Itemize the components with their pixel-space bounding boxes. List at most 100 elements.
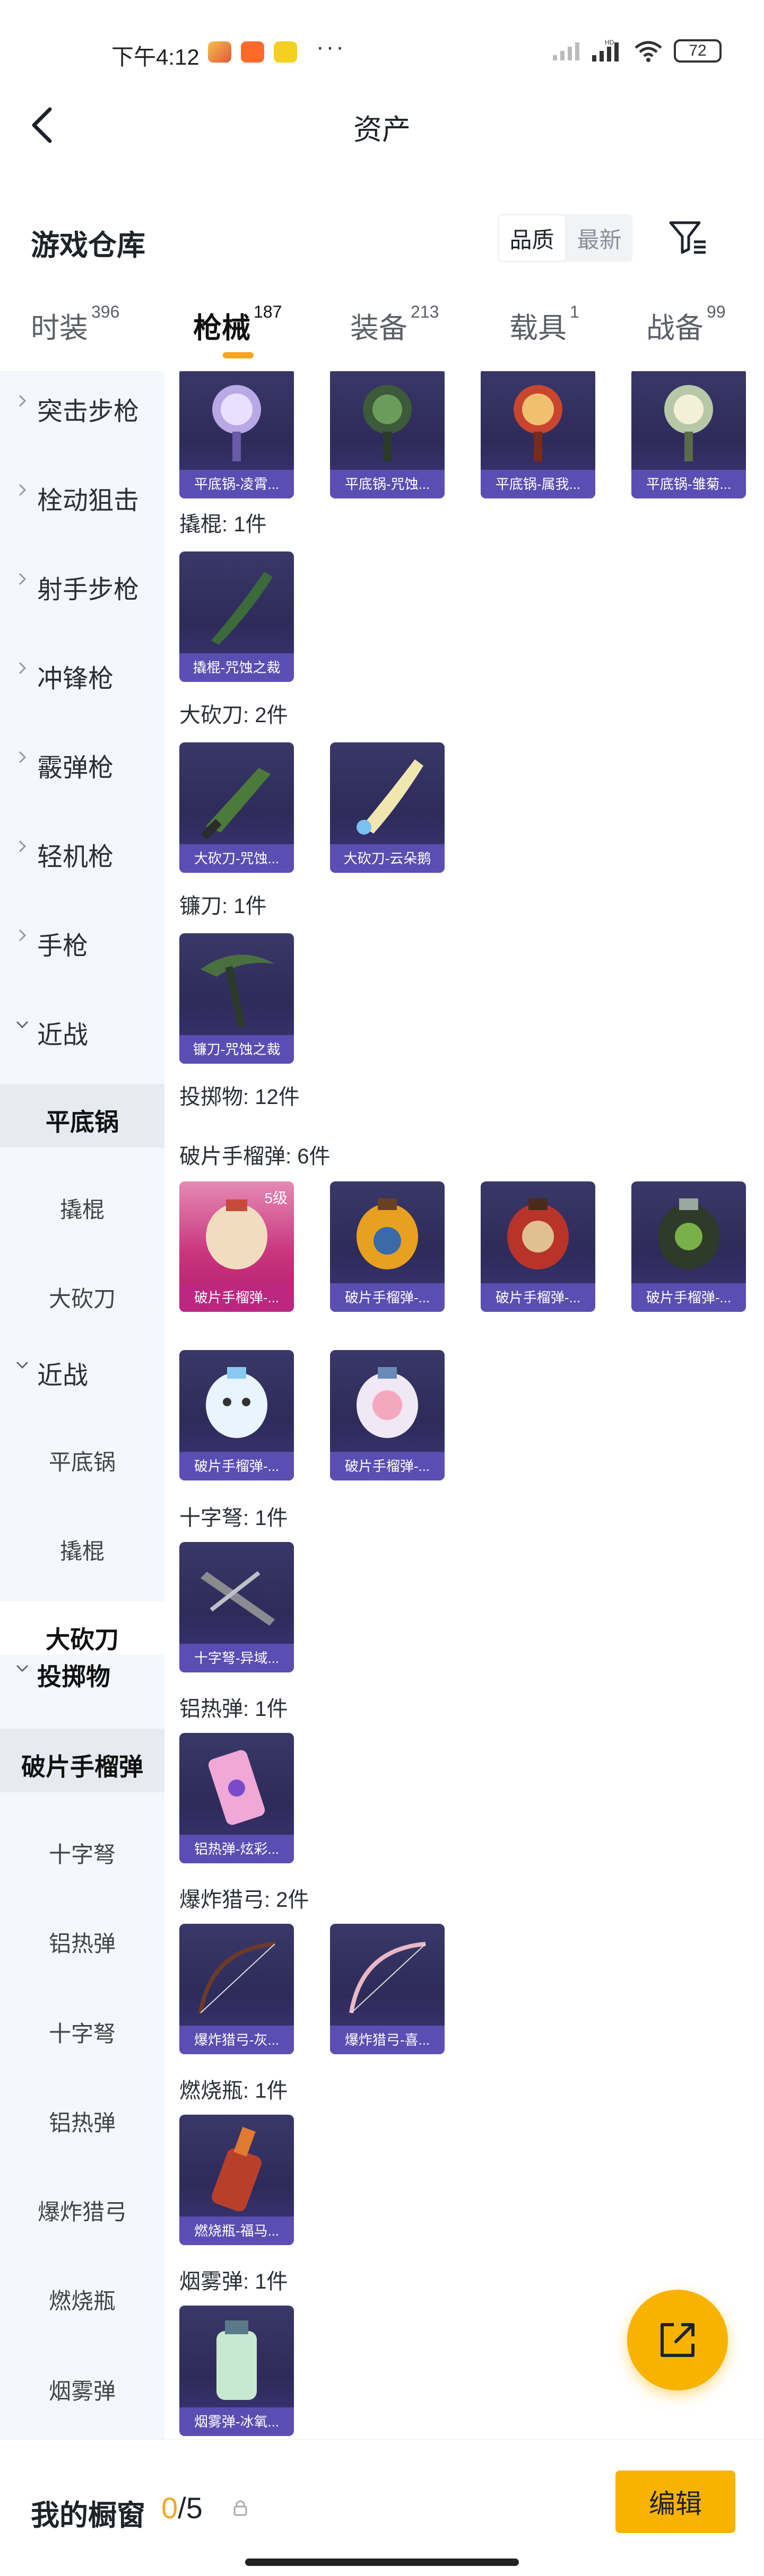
item-card[interactable]: 平底锅-属我... (481, 371, 595, 498)
item-card-caption: 平底锅-咒蚀... (330, 470, 445, 498)
item-card-caption: 大砍刀-咒蚀... (179, 844, 294, 873)
sidebar-item-frag-grenade-selected[interactable]: 破片手榴弹 (0, 1729, 164, 1792)
sidebar-item-thermite-repeat[interactable]: 铝热弹 (0, 2086, 164, 2150)
item-card[interactable]: 铝热弹-炫彩... (179, 1733, 294, 1863)
sidebar-item-crowbar-repeat[interactable]: 撬棍 (0, 1514, 164, 1578)
home-indicator[interactable] (245, 2559, 519, 2566)
sidebar-item-pistol[interactable]: 手枪 (0, 906, 164, 969)
item-card[interactable]: 燃烧瓶-福马... (179, 2115, 294, 2245)
sidebar-item-crowbar[interactable]: 撬棍 (0, 1173, 164, 1237)
crossbow-icon (201, 1571, 275, 1626)
item-card-caption: 平底锅-属我... (481, 470, 595, 498)
sidebar-item-molotov[interactable]: 燃烧瓶 (0, 2264, 164, 2328)
item-card-caption: 十字弩-异域... (179, 1644, 294, 1672)
tab-equipment[interactable]: 装备213 (350, 302, 439, 346)
item-card[interactable]: 破片手榴弹-... (631, 1181, 746, 1312)
sort-newest-option[interactable]: 最新 (566, 214, 632, 262)
svg-text:HD: HD (605, 39, 614, 46)
sidebar-item-label: 平底锅 (46, 1108, 119, 1136)
item-card-caption: 平底锅-凌霄... (179, 470, 294, 498)
tab-label: 战备 (646, 312, 704, 344)
tab-vehicles[interactable]: 载具1 (509, 302, 579, 346)
machete-icon (357, 759, 423, 835)
sidebar-item-machete[interactable]: 大砍刀 (0, 1262, 164, 1326)
filter-button[interactable] (666, 215, 709, 260)
sidebar: 突击步枪 栓动狙击 射手步枪 冲锋枪 霰弹枪 轻机枪 手枪 近战 平底锅 撬棍 … (0, 371, 164, 2439)
sidebar-item-lmg[interactable]: 轻机枪 (0, 817, 164, 880)
sidebar-item-smoke-grenade[interactable]: 烟雾弹 (0, 2354, 164, 2418)
sidebar-item-label: 轻机枪 (37, 843, 114, 871)
item-card[interactable]: 破片手榴弹-... (330, 1350, 445, 1480)
tab-label: 装备 (350, 312, 407, 344)
sidebar-item-crossbow[interactable]: 十字弩 (0, 1818, 164, 1881)
sidebar-item-bolt-sniper[interactable]: 栓动狙击 (0, 460, 164, 524)
item-card[interactable]: 大砍刀-咒蚀... (179, 742, 294, 873)
sidebar-item-label: 大砍刀 (46, 1626, 119, 1653)
sidebar-item-throwables[interactable]: 投掷物 (0, 1654, 164, 1713)
sidebar-item-label: 十字弩 (48, 1842, 116, 1867)
item-card[interactable]: 十字弩-异域... (179, 1542, 294, 1672)
tab-fashion[interactable]: 时装396 (31, 302, 120, 346)
showcase-title: 我的橱窗 (31, 2500, 145, 2531)
sidebar-item-smg[interactable]: 冲锋枪 (0, 638, 164, 702)
item-card[interactable]: 平底锅-咒蚀... (330, 371, 445, 498)
item-card-caption: 撬棍-咒蚀之裁 (179, 653, 294, 682)
sidebar-item-label: 射手步枪 (37, 576, 140, 604)
item-card[interactable]: 撬棍-咒蚀之裁 (179, 551, 294, 682)
tab-firearms[interactable]: 枪械187 (193, 302, 282, 346)
item-card[interactable]: 破片手榴弹-... (330, 1181, 445, 1312)
item-card[interactable]: 平底锅-雏菊... (631, 371, 746, 498)
chevron-right-icon (19, 929, 27, 942)
sidebar-item-crossbow-repeat[interactable]: 十字弩 (0, 1997, 164, 2061)
section-label-molotov: 燃烧瓶: 1件 (179, 2079, 288, 2102)
sidebar-item-assault-rifle[interactable]: 突击步枪 (0, 371, 164, 435)
sidebar-item-machete-repeat[interactable]: 大砍刀 (0, 1601, 164, 1654)
sidebar-item-label: 十字弩 (48, 2021, 116, 2046)
sidebar-item-shotgun[interactable]: 霰弹枪 (0, 728, 164, 791)
item-card[interactable]: 爆炸猎弓-灰... (179, 1924, 294, 2054)
sidebar-item-frying-pan-selected[interactable]: 平底锅 (0, 1084, 164, 1147)
category-tabs: 时装396 枪械187 装备213 载具1 战备99 (0, 297, 764, 366)
tab-combat-supplies[interactable]: 战备99 (646, 302, 726, 346)
item-card[interactable]: 镰刀-咒蚀之裁 (179, 933, 294, 1064)
sidebar-item-melee-repeat[interactable]: 近战 (0, 1335, 164, 1399)
item-card[interactable]: 5级 破片手榴弹-... (179, 1181, 294, 1312)
edit-button[interactable]: 编辑 (615, 2470, 735, 2533)
tab-label: 载具 (509, 312, 567, 344)
sidebar-item-label: 铝热弹 (48, 2110, 116, 2135)
sidebar-item-explosive-bow[interactable]: 爆炸猎弓 (0, 2175, 164, 2239)
sort-quality-option[interactable]: 品质 (498, 214, 566, 262)
signal-weak-icon (553, 42, 579, 60)
item-card[interactable]: 烟雾弹-冰氧... (179, 2306, 294, 2436)
section-label-frag-grenade: 破片手榴弹: 6件 (179, 1145, 331, 1168)
sidebar-item-melee[interactable]: 近战 (0, 995, 164, 1058)
thermite-icon (208, 1750, 265, 1825)
bottom-bar: 我的橱窗 0/5 编辑 (0, 2439, 764, 2576)
showcase-total: /5 (178, 2491, 203, 2525)
active-tab-indicator (223, 352, 254, 358)
sidebar-item-marksman-rifle[interactable]: 射手步枪 (0, 549, 164, 613)
item-card[interactable]: 爆炸猎弓-喜... (330, 1924, 445, 2054)
section-label-crowbar: 撬棍: 1件 (179, 513, 267, 536)
sidebar-item-label: 大砍刀 (48, 1286, 116, 1311)
item-card[interactable]: 破片手榴弹-... (481, 1181, 595, 1312)
section-label-sickle: 镰刀: 1件 (179, 895, 267, 918)
tab-count: 396 (91, 302, 120, 321)
tab-count: 213 (411, 302, 439, 321)
sidebar-item-frying-pan-repeat[interactable]: 平底锅 (0, 1425, 164, 1489)
lock-icon (233, 2500, 247, 2516)
item-card[interactable]: 平底锅-凌霄... (179, 371, 294, 498)
tab-label: 时装 (31, 312, 88, 344)
frying-pan-icon (514, 385, 562, 461)
sidebar-item-thermite[interactable]: 铝热弹 (0, 1907, 164, 1970)
grenade-icon (206, 1367, 267, 1438)
share-fab-button[interactable] (627, 2290, 728, 2390)
signal-strong-icon: HD (592, 39, 619, 62)
sidebar-item-label: 霰弹枪 (37, 754, 114, 782)
item-card[interactable]: 大砍刀-云朵鹅 (330, 742, 445, 873)
item-card-caption: 镰刀-咒蚀之裁 (179, 1035, 294, 1064)
chevron-right-icon (19, 662, 27, 674)
item-card-caption: 大砍刀-云朵鹅 (330, 844, 445, 873)
item-card[interactable]: 破片手榴弹-... (179, 1350, 294, 1480)
frying-pan-icon (664, 385, 713, 461)
